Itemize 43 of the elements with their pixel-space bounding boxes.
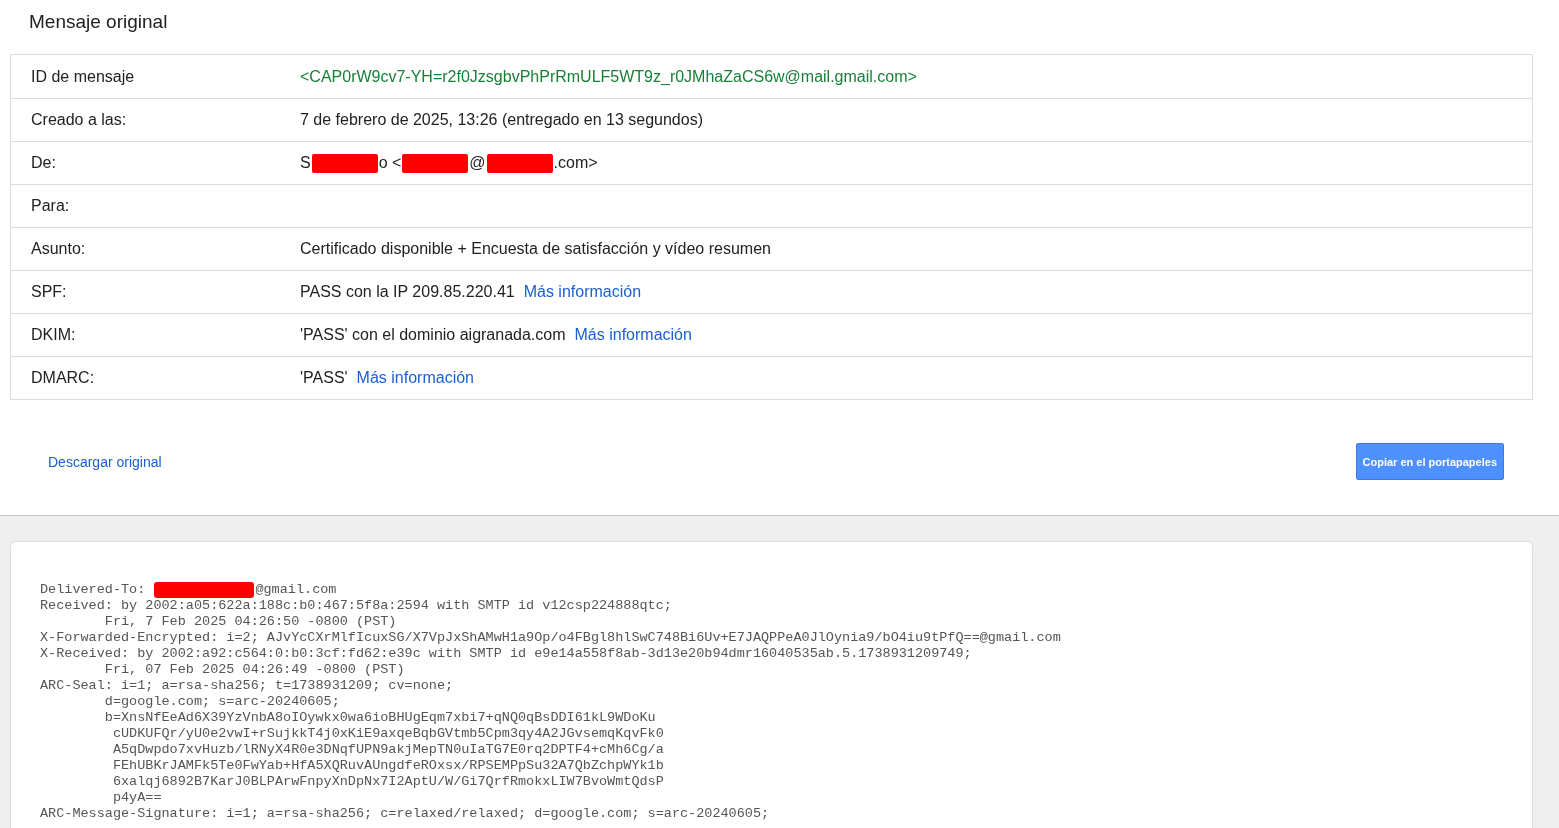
- field-label: SPF:: [30, 283, 68, 301]
- field-value: 'PASS' con el dominio aigranada.com: [300, 326, 566, 344]
- field-label: Creado a las:: [30, 111, 128, 129]
- field-value: PASS con la IP 209.85.220.41: [300, 283, 515, 301]
- header-line: X-Received: by 2002:a92:c564:0:b0:3cf:fd62:e39c with SMTP id e9e14a558f8ab-3d13e20b94dmr16040535ab.5.1738931209749;: [40, 646, 972, 662]
- header-line: Delivered-To:: [40, 582, 147, 598]
- field-value: .com>: [553, 154, 598, 172]
- field-value: o <: [378, 154, 402, 172]
- header-line: d=google.com; s=arc-20240605;: [103, 694, 340, 710]
- header-line: Fri, 7 Feb 2025 04:26:50 -0800 (PST): [103, 614, 397, 630]
- header-line: A5qDwpdo7xvHuzb/lRNyX4R0e3DNqfUPN9akjMepTN0uIaTG7E0rq2DPTF4+cMh6Cg/a: [111, 742, 664, 758]
- field-label: DMARC:: [30, 369, 96, 387]
- field-value: 'PASS': [300, 369, 348, 387]
- field-label: De:: [30, 154, 57, 172]
- field-label: Asunto:: [30, 240, 87, 258]
- redaction-mark: [486, 153, 553, 173]
- copy-button[interactable]: Copiar en el portapapeles: [1355, 443, 1504, 480]
- field-value: <CAP0rW9cv7-YH=r2f0JzsgbvPhPrRmULF5WT9z_r0JMhaZaCS6w@mail.gmail.com>: [300, 67, 917, 86]
- header-line: p4yA==: [111, 790, 162, 806]
- more-info-link[interactable]: Más información: [356, 369, 474, 387]
- redaction-mark: [402, 153, 469, 173]
- redaction-mark: [311, 153, 378, 173]
- page-title: Mensaje original: [29, 10, 169, 34]
- header-line: b=XnsNfEeAd6X39YzVnbA8oIOywkx0wa6ioBHUgEqm7xbi7+qNQ0qBsDDI61kL9WDoKu: [103, 710, 656, 726]
- field-value: Certificado disponible + Encuesta de satisfacción y vídeo resumen: [300, 240, 771, 258]
- field-label: DKIM:: [30, 326, 77, 344]
- header-line: cUDKUFQr/yU0e2vwI+rSujkkT4j0xKiE9axqeBqbGVtmb5Cpm3qy4A2JGvsemqKqvFk0: [111, 726, 664, 742]
- header-line: ARC-Seal: i=1; a=rsa-sha256; t=1738931209; cv=none;: [40, 678, 454, 694]
- more-info-link[interactable]: Más información: [523, 283, 642, 301]
- field-label: Para:: [30, 197, 71, 215]
- field-value: 7 de febrero de 2025, 13:26 (entregado en 13 segundos): [300, 111, 703, 129]
- header-line: @gmail.com: [255, 582, 337, 598]
- header-line: Fri, 07 Feb 2025 04:26:49 -0800 (PST): [103, 662, 405, 678]
- field-label: ID de mensaje: [30, 67, 136, 86]
- header-line: X-Forwarded-Encrypted: i=2; AJvYcCXrMlfIcuxSG/X7VpJxShAMwH1a9Op/o4FBgl8hlSwC748Bi6Uv+E7JAQPPeA0JlOynia9/bO4iu9tPfQ==@gmail.com: [40, 630, 1061, 646]
- field-value: S: [300, 154, 311, 172]
- header-line: Received: by 2002:a05:622a:188c:b0:467:5f8a:2594 with SMTP id v12csp224888qtc;: [40, 598, 672, 614]
- header-line: 6xalqj6892B7KarJ0BLPArwFnpyXnDpNx7I2AptU/W/Gi7QrfRmokxLIW7BvoWmtQdsP: [111, 774, 664, 790]
- header-line: FEhUBKrJAMFk5Te0FwYab+HfA5XQRuvAUngdfeROxsx/RPSEMPpSu32A7QbZchpWYk1b: [111, 758, 664, 774]
- more-info-link[interactable]: Más información: [574, 326, 692, 344]
- field-value: @: [469, 154, 486, 172]
- download-link[interactable]: Descargar original: [48, 453, 162, 470]
- header-line: ARC-Message-Signature: i=1; a=rsa-sha256; c=relaxed/relaxed; d=google.com; s=arc-20240605;: [40, 806, 770, 822]
